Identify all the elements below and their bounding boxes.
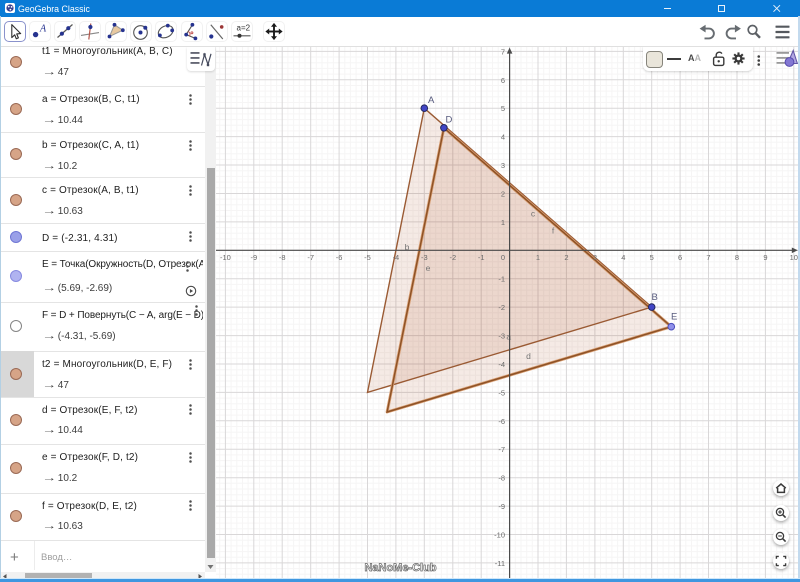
svg-text:-2: -2 — [498, 303, 505, 312]
svg-text:-8: -8 — [279, 253, 286, 262]
svg-text:-4: -4 — [393, 253, 400, 262]
svg-text:1: 1 — [501, 218, 505, 227]
svg-text:-2: -2 — [449, 253, 456, 262]
svg-text:B: B — [652, 292, 658, 303]
svg-text:E: E — [671, 312, 677, 323]
svg-text:7: 7 — [501, 47, 505, 56]
svg-text:-1: -1 — [498, 275, 505, 284]
svg-text:0: 0 — [501, 253, 505, 262]
svg-text:8: 8 — [735, 253, 739, 262]
svg-text:6: 6 — [678, 253, 682, 262]
svg-text:-4: -4 — [498, 360, 505, 369]
svg-text:-6: -6 — [498, 417, 505, 426]
svg-text:1: 1 — [536, 253, 540, 262]
svg-text:2: 2 — [501, 190, 505, 199]
svg-text:-9: -9 — [250, 253, 257, 262]
svg-text:-10: -10 — [220, 253, 231, 262]
svg-text:-7: -7 — [498, 445, 505, 454]
svg-text:-9: -9 — [498, 502, 505, 511]
svg-text:-10: -10 — [494, 531, 505, 540]
svg-text:e: e — [426, 263, 431, 273]
svg-text:d: d — [526, 351, 531, 361]
svg-text:D: D — [446, 115, 453, 126]
svg-text:a: a — [506, 332, 511, 342]
svg-text:9: 9 — [763, 253, 767, 262]
svg-text:7: 7 — [706, 253, 710, 262]
svg-text:-5: -5 — [364, 253, 371, 262]
svg-text:3: 3 — [501, 161, 505, 170]
svg-text:A: A — [39, 24, 47, 35]
svg-text:-3: -3 — [421, 253, 428, 262]
svg-text:-7: -7 — [307, 253, 314, 262]
svg-text:a=2: a=2 — [237, 24, 251, 33]
svg-text:-11: -11 — [495, 559, 505, 568]
svg-text:2: 2 — [564, 253, 568, 262]
svg-text:10: 10 — [790, 253, 798, 262]
svg-text:-5: -5 — [498, 388, 505, 397]
svg-text:6: 6 — [501, 76, 505, 85]
svg-text:-8: -8 — [498, 474, 505, 483]
svg-text:A: A — [428, 95, 435, 106]
svg-text:4: 4 — [501, 133, 505, 142]
svg-text:-3: -3 — [498, 332, 505, 341]
svg-text:4: 4 — [621, 253, 625, 262]
svg-text:3: 3 — [593, 253, 597, 262]
svg-text:-6: -6 — [336, 253, 343, 262]
svg-text:5: 5 — [650, 253, 654, 262]
svg-text:5: 5 — [501, 104, 505, 113]
svg-text:-1: -1 — [478, 253, 485, 262]
